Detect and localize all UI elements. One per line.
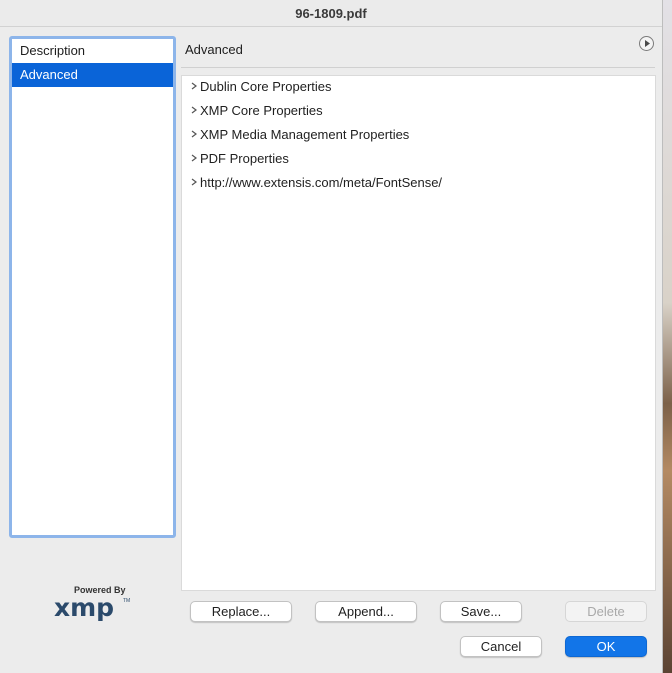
sidebar-item-advanced[interactable]: Advanced (12, 63, 173, 87)
xmp-wordmark: xmp (54, 593, 115, 622)
append-button[interactable]: Append... (315, 601, 417, 622)
chevron-right-icon[interactable] (188, 104, 200, 116)
chevron-right-icon[interactable] (188, 176, 200, 188)
circle-arrow-right-icon[interactable] (639, 36, 654, 51)
cancel-button[interactable]: Cancel (460, 636, 542, 657)
category-list: Description Advanced (9, 36, 176, 538)
tree-item-xmp-media-management[interactable]: XMP Media Management Properties (188, 124, 409, 144)
tree-item-label: PDF Properties (200, 150, 289, 166)
xmp-logo: Powered By xmp TM (54, 585, 134, 625)
tree-item-pdf-properties[interactable]: PDF Properties (188, 148, 289, 168)
trademark-mark: TM (123, 598, 131, 604)
tree-item-fontsense[interactable]: http://www.extensis.com/meta/FontSense/ (188, 172, 442, 192)
chevron-right-icon[interactable] (188, 128, 200, 140)
tree-item-dublin-core[interactable]: Dublin Core Properties (188, 76, 332, 96)
tree-item-label: XMP Core Properties (200, 102, 323, 118)
tree-item-label: XMP Media Management Properties (200, 126, 410, 142)
tree-item-xmp-core[interactable]: XMP Core Properties (188, 100, 323, 120)
chevron-right-icon[interactable] (188, 152, 200, 164)
sidebar-item-description[interactable]: Description (12, 39, 173, 63)
replace-button[interactable]: Replace... (190, 601, 292, 622)
ok-button[interactable]: OK (565, 636, 647, 657)
panel-divider (181, 67, 655, 68)
file-info-dialog: 96-1809.pdf Description Advanced Advance… (0, 0, 663, 673)
chevron-right-icon[interactable] (188, 80, 200, 92)
panel-title: Advanced (185, 42, 243, 57)
properties-tree: Dublin Core Properties XMP Core Properti… (181, 75, 656, 591)
delete-button[interactable]: Delete (565, 601, 647, 622)
save-button[interactable]: Save... (440, 601, 522, 622)
tree-item-label: Dublin Core Properties (200, 78, 332, 94)
window-title: 96-1809.pdf (0, 0, 662, 27)
tree-item-label: http://www.extensis.com/meta/FontSense/ (200, 174, 443, 190)
desktop-background (663, 0, 672, 673)
